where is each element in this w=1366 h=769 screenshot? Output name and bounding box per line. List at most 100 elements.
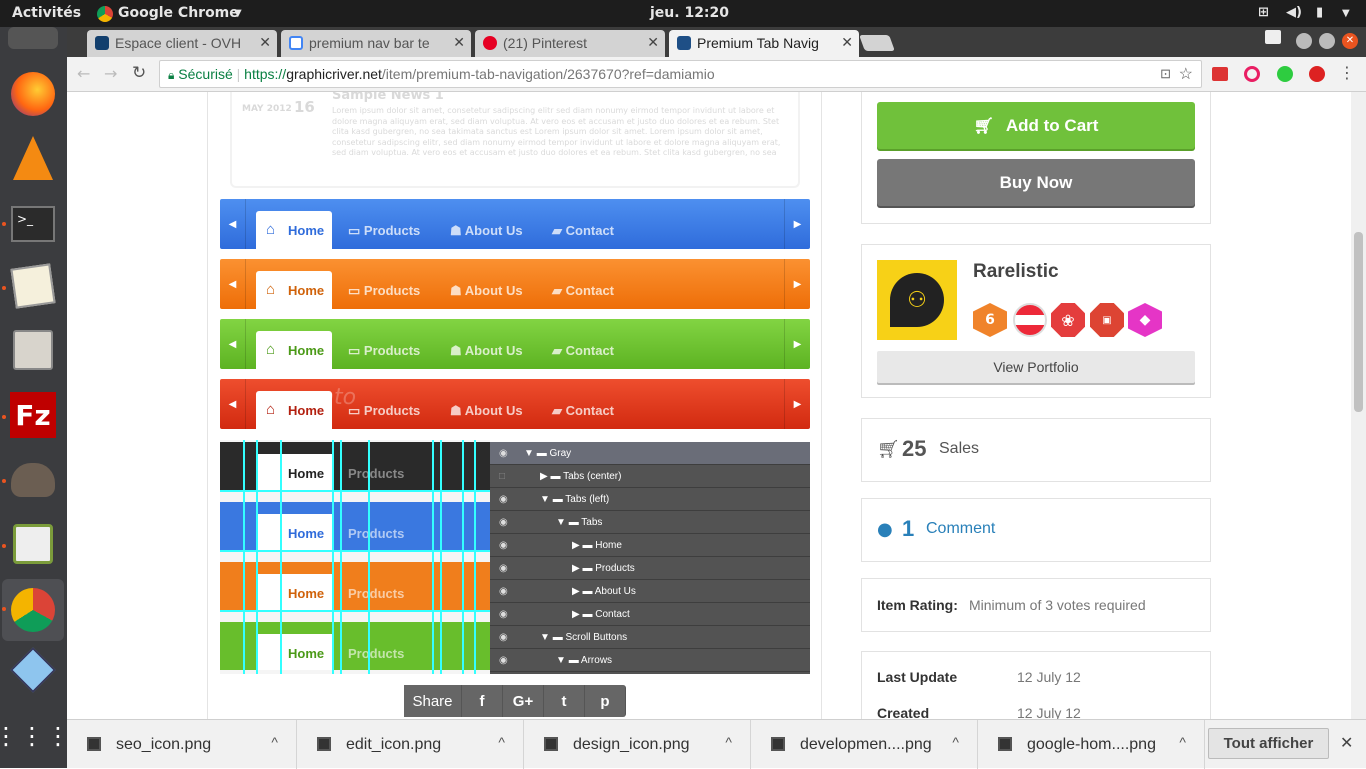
scroll-right-arrow-icon[interactable]: ▶ — [784, 379, 810, 429]
close-tab-icon[interactable]: ✕ — [259, 34, 271, 51]
scroll-right-arrow-icon[interactable]: ▶ — [784, 199, 810, 249]
scroll-left-arrow-icon[interactable]: ◀ — [220, 199, 246, 249]
show-applications-icon[interactable]: ⋮⋮⋮ — [0, 711, 70, 761]
tab-contact[interactable]: ▰ Contact — [552, 403, 614, 419]
view-portfolio-button[interactable]: View Portfolio — [877, 351, 1195, 383]
tab-about-us[interactable]: ☗ About Us — [450, 223, 523, 239]
tab-contact[interactable]: ▰ Contact — [552, 343, 614, 359]
download-item[interactable]: design_icon.png ^ — [524, 720, 751, 769]
firefox-icon[interactable] — [8, 69, 58, 119]
eye-icon[interactable]: ◉ — [499, 609, 508, 620]
eye-icon[interactable]: ◉ — [499, 563, 508, 574]
collapsed-arrow-icon[interactable]: ▶ — [540, 471, 548, 482]
maximize-window-button[interactable] — [1319, 33, 1335, 49]
scrollbar-thumb[interactable] — [1354, 232, 1363, 412]
battery-icon[interactable]: ▮ — [1316, 5, 1323, 20]
tab-home[interactable]: ⌂ Home — [256, 271, 332, 309]
chevron-up-icon[interactable]: ^ — [725, 734, 732, 750]
facebook-share-button[interactable]: f — [462, 685, 503, 717]
chevron-up-icon[interactable]: ^ — [271, 734, 278, 750]
gimp-icon[interactable] — [8, 455, 58, 505]
hidden-eye-icon[interactable]: □ — [499, 471, 505, 482]
tab-products[interactable]: ▭ Products — [348, 403, 420, 419]
diamond-badge-icon[interactable]: ◆ — [1128, 303, 1162, 337]
comment-count[interactable]: 1 — [902, 516, 914, 542]
new-tab-button[interactable] — [859, 35, 895, 51]
layer-row[interactable]: ◉ ▼ ▬ Scroll Buttons — [490, 626, 810, 649]
close-tab-icon[interactable]: ✕ — [841, 34, 853, 51]
scroll-left-arrow-icon[interactable]: ◀ — [220, 259, 246, 309]
profile-icon[interactable] — [1265, 30, 1281, 44]
network-icon[interactable]: ⊞ — [1258, 5, 1269, 20]
layer-row[interactable]: ◉ ▼ ▬ Gray — [490, 442, 810, 465]
cors-extension-icon[interactable] — [1212, 67, 1228, 81]
layer-row[interactable]: ◉ ▶ ▬ Contact — [490, 603, 810, 626]
tab-google-search[interactable]: premium nav bar te ✕ — [281, 30, 471, 57]
layer-row[interactable]: ◉ ▼ ▬ Arrows — [490, 649, 810, 672]
forward-arrow-icon[interactable]: → — [104, 64, 117, 83]
tab-products[interactable]: ▭ Products — [348, 283, 420, 299]
bookmark-star-icon[interactable]: ☆ — [1179, 64, 1193, 84]
page-scrollbar[interactable] — [1351, 92, 1366, 719]
close-tab-icon[interactable]: ✕ — [453, 34, 465, 51]
expanded-arrow-icon[interactable]: ▼ — [556, 517, 566, 528]
add-to-cart-button[interactable]: 🛒︎ Add to Cart — [877, 102, 1195, 149]
googleplus-share-button[interactable]: G+ — [503, 685, 544, 717]
tab-about-us[interactable]: ☗ About Us — [450, 403, 523, 419]
tab-home[interactable]: ⌂ Home — [256, 331, 332, 369]
activities-button[interactable]: Activités — [12, 5, 81, 21]
eye-icon[interactable]: ◉ — [499, 517, 508, 528]
app-menu-arrow-icon[interactable]: ▼ — [234, 8, 242, 19]
vlc-icon[interactable] — [8, 133, 58, 183]
chevron-up-icon[interactable]: ^ — [952, 734, 959, 750]
translate-icon[interactable]: ⊡ — [1160, 66, 1171, 82]
collapsed-arrow-icon[interactable]: ▶ — [572, 540, 580, 551]
virtualbox-icon[interactable] — [8, 645, 58, 695]
extension-pink-icon[interactable] — [1244, 66, 1260, 82]
comment-link[interactable]: Comment — [926, 520, 995, 538]
extension-green-icon[interactable] — [1277, 66, 1293, 82]
tab-home[interactable]: ⌂ Home — [256, 211, 332, 249]
download-item[interactable]: edit_icon.png ^ — [297, 720, 524, 769]
layer-row[interactable]: ◉ ▼ ▬ Tabs — [490, 511, 810, 534]
collapsed-arrow-icon[interactable]: ▶ — [572, 609, 580, 620]
download-item[interactable]: seo_icon.png ^ — [67, 720, 297, 769]
collapsed-arrow-icon[interactable]: ▶ — [572, 586, 580, 597]
layer-row[interactable]: ◉ ▶ ▬ About Us — [490, 580, 810, 603]
layer-row[interactable]: ◉ ▼ ▬ Tabs (left) — [490, 488, 810, 511]
expanded-arrow-icon[interactable]: ▼ — [540, 632, 550, 643]
scroll-left-arrow-icon[interactable]: ◀ — [220, 379, 246, 429]
address-bar[interactable]: 🔒︎ Sécurisé | https://graphicriver.net/i… — [159, 60, 1202, 88]
tab-contact[interactable]: ▰ Contact — [552, 283, 614, 299]
download-item[interactable]: google-hom....png ^ — [978, 720, 1205, 769]
tab-pinterest[interactable]: (21) Pinterest ✕ — [475, 30, 665, 57]
chrome-menu-icon[interactable]: ⋮ — [1339, 63, 1355, 82]
tab-premium-tab-navigation[interactable]: Premium Tab Navig ✕ — [669, 30, 859, 57]
expanded-arrow-icon[interactable]: ▼ — [540, 494, 550, 505]
eye-icon[interactable]: ◉ — [499, 494, 508, 505]
show-all-downloads-button[interactable]: Tout afficher — [1208, 728, 1329, 759]
volume-icon[interactable]: ◀) — [1286, 5, 1302, 20]
eye-icon[interactable]: ◉ — [499, 586, 508, 597]
download-item[interactable]: developmen....png ^ — [751, 720, 978, 769]
eye-icon[interactable]: ◉ — [499, 655, 508, 666]
scroll-right-arrow-icon[interactable]: ▶ — [784, 259, 810, 309]
system-menu-arrow-icon[interactable]: ▼ — [1342, 8, 1350, 19]
tab-products[interactable]: ▭ Products — [348, 223, 420, 239]
scroll-left-arrow-icon[interactable]: ◀ — [220, 319, 246, 369]
layer-row[interactable]: ◉ ▶ ▬ Products — [490, 557, 810, 580]
buy-now-button[interactable]: Buy Now — [877, 159, 1195, 206]
eye-icon[interactable]: ◉ — [499, 632, 508, 643]
app-menu[interactable]: Google Chrome — [118, 5, 239, 21]
sc-badge-icon[interactable]: ▣ — [1090, 303, 1124, 337]
expanded-arrow-icon[interactable]: ▼ — [556, 655, 566, 666]
scroll-right-arrow-icon[interactable]: ▶ — [784, 319, 810, 369]
image-viewer-icon[interactable] — [8, 519, 58, 569]
close-downloads-icon[interactable]: ✕ — [1340, 733, 1353, 752]
minimize-window-button[interactable] — [1296, 33, 1312, 49]
tab-about-us[interactable]: ☗ About Us — [450, 283, 523, 299]
eye-icon[interactable]: ◉ — [499, 540, 508, 551]
eye-icon[interactable]: ◉ — [499, 448, 508, 459]
years-badge[interactable]: 6 — [973, 303, 1007, 337]
author-name[interactable]: Rarelistic — [973, 261, 1059, 283]
